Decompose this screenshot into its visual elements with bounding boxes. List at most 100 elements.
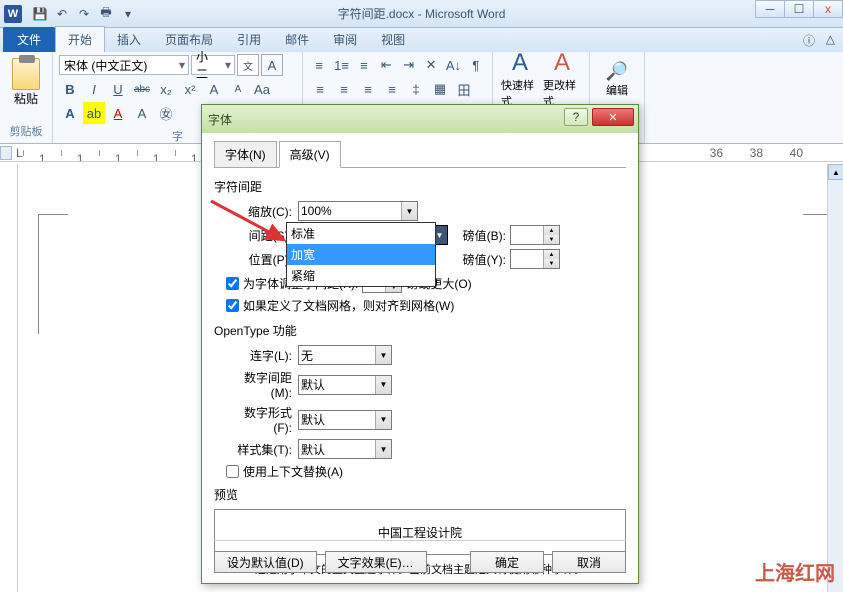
window-controls: ─ ☐ x [756,0,843,18]
font-dialog: 字体 ? ✕ 字体(N) 高级(V) 字符间距 缩放(C): 100% ▼ 间距… [201,104,639,584]
dialog-titlebar[interactable]: 字体 ? ✕ [202,105,638,133]
styleset-combo[interactable]: 默认▼ [298,439,392,459]
collapse-ribbon-icon[interactable]: △ [826,32,835,46]
highlight-icon[interactable]: ab [83,102,105,124]
file-tab[interactable]: 文件 [3,27,55,52]
kerning-checkbox[interactable] [226,277,239,290]
dropdown-item-expanded[interactable]: 加宽 [287,244,435,265]
cancel-button[interactable]: 取消 [552,551,626,573]
editing-button[interactable]: 🔎 编辑 [596,54,638,104]
tab-advanced[interactable]: 高级(V) [279,141,341,168]
dialog-close-button[interactable]: ✕ [592,108,634,126]
font-size-select[interactable]: 小二 [191,55,235,75]
shrink-font-button[interactable]: A [227,78,249,100]
quickprint-icon[interactable]: 🖶 [96,4,116,24]
preview-text: 中国工程设计院 [378,524,462,541]
chevron-down-icon[interactable]: ▼ [375,411,391,429]
borders-icon[interactable]: 田 [453,78,475,100]
vertical-scrollbar[interactable]: ▲ [827,164,843,592]
align-center-icon[interactable]: ≡ [333,78,355,100]
spin-up-icon[interactable]: ▲ [543,226,559,235]
sort-icon[interactable]: A↓ [443,54,463,76]
dialog-help-button[interactable]: ? [564,108,588,126]
scale-value: 100% [301,204,332,218]
multilevel-icon[interactable]: ≡ [354,54,374,76]
tab-view[interactable]: 视图 [369,27,417,52]
italic-button[interactable]: I [83,78,105,100]
context-alt-checkbox[interactable] [226,465,239,478]
ok-button[interactable]: 确定 [470,551,544,573]
change-styles-button[interactable]: A 更改样式 [541,54,583,104]
numspacing-combo[interactable]: 默认 ▼ [298,375,392,395]
spin-down-icon[interactable]: ▼ [543,235,559,244]
tab-font[interactable]: 字体(N) [214,141,277,168]
strikethrough-button[interactable]: abc [131,78,153,100]
qat-dropdown-icon[interactable]: ▾ [118,4,138,24]
position-by-spinner[interactable]: ▲▼ [510,249,560,269]
minimize-button[interactable]: ─ [755,0,785,18]
dropdown-item-condensed[interactable]: 紧缩 [287,265,435,286]
change-styles-icon: A [554,49,570,77]
ruler-mark: 40 [790,146,803,160]
tab-references[interactable]: 引用 [225,27,273,52]
scale-combo[interactable]: 100% ▼ [298,201,418,221]
dropdown-item-standard[interactable]: 标准 [287,223,435,244]
scroll-up-button[interactable]: ▲ [828,164,843,180]
phonetic-guide-icon[interactable]: 文 [237,54,259,76]
chevron-down-icon[interactable]: ▼ [375,440,391,458]
character-border-icon[interactable]: A [261,54,283,76]
numspacing-value: 默认 [301,376,325,393]
char-shading-icon[interactable]: A [131,102,153,124]
spin-up-icon[interactable]: ▲ [543,250,559,259]
subscript-button[interactable]: x₂ [155,78,177,100]
spacing-by-label: 磅值(B): [452,227,506,244]
font-color-icon[interactable]: A [107,102,129,124]
ligatures-combo[interactable]: 无▼ [298,345,392,365]
position-by-label: 磅值(Y): [452,251,506,268]
shading-icon[interactable]: ▦ [429,78,451,100]
ligatures-label: 连字(L): [226,347,292,364]
quick-styles-button[interactable]: A 快速样式 [499,54,541,104]
undo-icon[interactable]: ↶ [52,4,72,24]
chevron-down-icon[interactable]: ▼ [375,376,391,394]
font-name-select[interactable]: 宋体 (中文正文) [59,55,189,75]
spacing-label: 间距(S): [226,227,292,244]
watermark-text: 上海红网 [755,557,835,586]
enclose-char-icon[interactable]: ㊛ [155,102,177,124]
redo-icon[interactable]: ↷ [74,4,94,24]
decrease-indent-icon[interactable]: ⇤ [376,54,396,76]
align-left-icon[interactable]: ≡ [309,78,331,100]
numbering-icon[interactable]: 1≡ [331,54,351,76]
maximize-button[interactable]: ☐ [784,0,814,18]
line-spacing-icon[interactable]: ‡ [405,78,427,100]
vertical-ruler[interactable] [0,164,18,592]
save-icon[interactable]: 💾 [30,4,50,24]
titlebar: W 💾 ↶ ↷ 🖶 ▾ 字符间距.docx - Microsoft Word ─… [0,0,843,28]
help-icon[interactable]: ⓘ [803,32,815,49]
close-button[interactable]: x [813,0,843,18]
justify-icon[interactable]: ≡ [381,78,403,100]
chevron-down-icon[interactable]: ▼ [375,346,391,364]
bullets-icon[interactable]: ≡ [309,54,329,76]
change-case-button[interactable]: Aa [251,78,273,100]
increase-indent-icon[interactable]: ⇥ [399,54,419,76]
tab-insert[interactable]: 插入 [105,27,153,52]
chevron-down-icon[interactable]: ▼ [401,202,417,220]
snap-grid-checkbox[interactable] [226,299,239,312]
tab-review[interactable]: 审阅 [321,27,369,52]
text-effects-button[interactable]: 文字效果(E)… [325,551,427,573]
asian-layout-icon[interactable]: ✕ [421,54,441,76]
tab-home[interactable]: 开始 [55,26,105,52]
numforms-label: 数字形式(F): [226,404,292,435]
tab-mailings[interactable]: 邮件 [273,27,321,52]
pilcrow-icon[interactable]: ¶ [466,54,486,76]
align-right-icon[interactable]: ≡ [357,78,379,100]
text-effects-icon[interactable]: A [59,102,81,124]
paste-button[interactable]: 粘贴 [6,54,46,111]
spin-down-icon[interactable]: ▼ [543,259,559,268]
bold-button[interactable]: B [59,78,81,100]
set-default-button[interactable]: 设为默认值(D) [214,551,317,573]
spacing-by-spinner[interactable]: ▲▼ [510,225,560,245]
underline-button[interactable]: U [107,78,129,100]
numforms-combo[interactable]: 默认▼ [298,410,392,430]
